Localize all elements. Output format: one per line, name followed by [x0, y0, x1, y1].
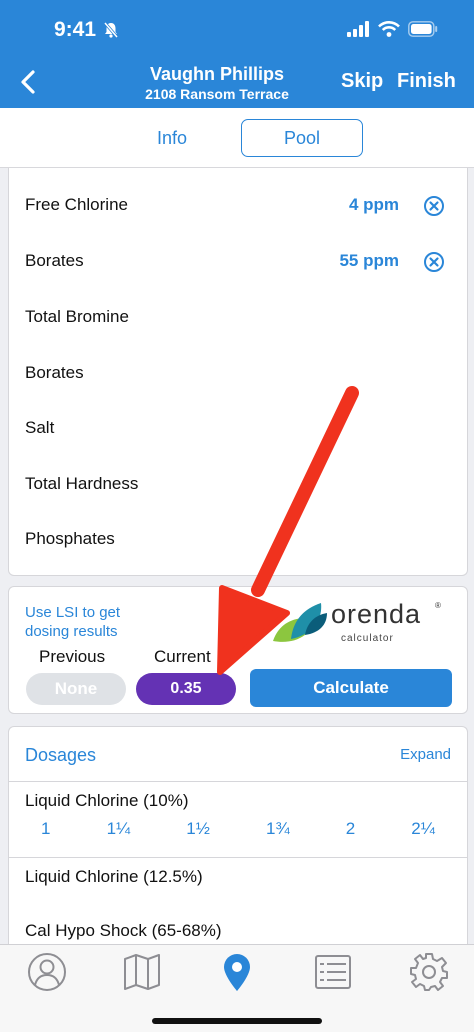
reading-name: Salt	[25, 418, 55, 437]
reading-row-borates-2[interactable]: Borates	[9, 341, 467, 397]
dosage-amount[interactable]: 1	[41, 819, 50, 839]
divider	[9, 857, 467, 858]
dosage-item-name[interactable]: Liquid Chlorine (12.5%)	[25, 867, 203, 887]
dosage-amount-row: 1 1¼ 1½ 1¾ 2 2¼	[9, 819, 467, 839]
reading-row-total-bromine[interactable]: Total Bromine	[9, 285, 467, 341]
clear-circle-x-icon[interactable]	[423, 195, 445, 217]
logo-word: orenda	[331, 599, 422, 629]
reading-name: Total Bromine	[25, 307, 129, 326]
reading-row-phosphates[interactable]: Phosphates	[9, 507, 467, 563]
segmented-tabs: Info Pool	[0, 108, 474, 168]
use-lsi-link[interactable]: Use LSI to get dosing results	[25, 603, 155, 641]
orenda-logo: orenda ® calculator	[271, 595, 441, 649]
user-icon[interactable]	[26, 951, 68, 993]
reading-name: Phosphates	[25, 529, 115, 548]
previous-label: Previous	[39, 647, 106, 666]
reading-name: Total Hardness	[25, 474, 139, 493]
clear-circle-x-icon[interactable]	[423, 251, 445, 273]
dosages-card: Dosages Expand Liquid Chlorine (10%) 1 1…	[8, 726, 468, 966]
dosage-amount[interactable]: 2¼	[411, 819, 435, 839]
dosage-item-name[interactable]: Cal Hypo Shock (65-68%)	[25, 921, 222, 941]
back-button[interactable]	[12, 66, 44, 98]
dosages-title: Dosages	[25, 745, 97, 765]
dosage-amount[interactable]: 1¾	[266, 819, 290, 839]
bell-muted-icon	[103, 22, 119, 38]
reading-row-salt[interactable]: Salt	[9, 396, 467, 452]
customer-address: 2108 Ransom Terrace	[145, 86, 289, 102]
reading-row-total-hardness[interactable]: Total Hardness	[9, 452, 467, 508]
lsi-card: Use LSI to get dosing results orenda ® c…	[8, 586, 468, 714]
reading-name: Free Chlorine	[25, 195, 128, 214]
tab-info[interactable]: Info	[130, 119, 214, 157]
reading-row-borates[interactable]: Borates 55 ppm	[9, 229, 467, 285]
reading-row-free-chlorine[interactable]: Free Chlorine 4 ppm	[9, 173, 467, 229]
status-time: 9:41	[54, 18, 97, 41]
location-pin-icon[interactable]	[216, 951, 258, 993]
nav-bar: Vaughn Phillips 2108 Ransom Terrace Skip…	[0, 58, 474, 108]
dosage-amount[interactable]: 2	[346, 819, 355, 839]
previous-lsi-pill: None	[26, 673, 126, 705]
skip-button[interactable]: Skip	[341, 70, 383, 93]
list-icon[interactable]	[312, 951, 354, 993]
gear-icon[interactable]	[408, 951, 450, 993]
home-indicator	[152, 1018, 322, 1024]
chevron-left-icon	[21, 70, 35, 94]
reading-value: 55 ppm	[339, 251, 399, 270]
dosage-amount[interactable]: 1½	[186, 819, 210, 839]
wifi-icon	[378, 21, 400, 37]
status-bar: 9:41	[0, 0, 474, 58]
reading-value: 4 ppm	[348, 195, 399, 214]
divider	[9, 781, 467, 782]
customer-name: Vaughn Phillips	[149, 64, 284, 84]
dosage-item-name: Liquid Chlorine (10%)	[25, 791, 189, 810]
finish-button[interactable]: Finish	[397, 70, 456, 93]
current-lsi-pill[interactable]: 0.35	[136, 673, 236, 705]
signal-icon	[347, 21, 369, 37]
map-icon[interactable]	[121, 951, 163, 993]
dosage-amount[interactable]: 1¼	[107, 819, 131, 839]
battery-icon	[408, 21, 438, 37]
current-label: Current	[154, 647, 211, 666]
status-indicators	[346, 21, 438, 37]
tab-pool[interactable]: Pool	[241, 119, 363, 157]
logo-subtitle: calculator	[341, 633, 394, 644]
calculate-button[interactable]: Calculate	[250, 669, 452, 707]
reading-name: Borates	[25, 363, 84, 382]
reading-name: Borates	[25, 251, 84, 270]
logo-registered-mark: ®	[435, 601, 441, 610]
expand-button[interactable]: Expand	[400, 746, 451, 763]
leaf-logo-icon	[273, 603, 327, 642]
readings-list: Free Chlorine 4 ppm Borates 55 ppm Total…	[8, 168, 468, 576]
